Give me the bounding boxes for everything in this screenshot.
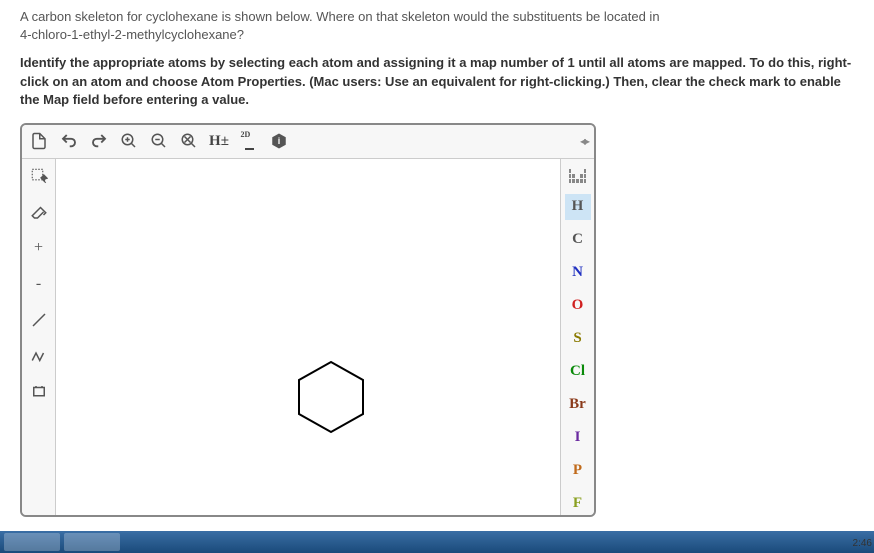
undo-icon[interactable] xyxy=(58,130,80,152)
periodic-table-icon[interactable] xyxy=(567,165,589,187)
element-P-button[interactable]: P xyxy=(565,458,591,484)
two-d-label: 2D xyxy=(241,130,251,139)
molecule-editor: H± 2D i ◂▸ + - xyxy=(20,123,596,517)
toolbar-top: H± 2D i ◂▸ xyxy=(22,125,594,159)
element-N-button[interactable]: N xyxy=(565,260,591,286)
info-icon[interactable]: i xyxy=(268,130,290,152)
toolbar-right: H C N O S Cl Br I P F xyxy=(560,159,594,517)
redo-icon[interactable] xyxy=(88,130,110,152)
element-Cl-button[interactable]: Cl xyxy=(565,359,591,385)
question-line2: 4-chloro-1-ethyl-2-methylcyclohexane? xyxy=(20,27,244,42)
h-plus-minus-button[interactable]: H± xyxy=(208,130,230,152)
element-F-button[interactable]: F xyxy=(565,491,591,517)
zoom-in-icon[interactable] xyxy=(118,130,140,152)
windows-taskbar[interactable] xyxy=(0,531,874,553)
question-text: A carbon skeleton for cyclohexane is sho… xyxy=(20,8,854,44)
single-bond-icon[interactable] xyxy=(28,309,50,331)
drawing-canvas[interactable] xyxy=(56,159,560,517)
svg-text:i: i xyxy=(278,136,281,146)
two-d-button[interactable]: 2D xyxy=(238,130,260,152)
clock-time: 2:46 xyxy=(853,538,872,549)
taskbar-app-1[interactable] xyxy=(4,533,60,551)
zoom-out-icon[interactable] xyxy=(148,130,170,152)
question-line1: A carbon skeleton for cyclohexane is sho… xyxy=(20,9,660,24)
element-Br-button[interactable]: Br xyxy=(565,392,591,418)
element-S-button[interactable]: S xyxy=(565,326,591,352)
instruction-text: Identify the appropriate atoms by select… xyxy=(20,54,854,109)
element-H-button[interactable]: H xyxy=(565,194,591,220)
taskbar-app-2[interactable] xyxy=(64,533,120,551)
new-document-icon[interactable] xyxy=(28,130,50,152)
charge-minus-icon[interactable]: - xyxy=(28,273,50,295)
template-tool-icon[interactable] xyxy=(28,381,50,403)
toolbar-left: + - xyxy=(22,159,56,517)
element-O-button[interactable]: O xyxy=(565,293,591,319)
zoom-reset-icon[interactable] xyxy=(178,130,200,152)
charge-plus-icon[interactable]: + xyxy=(28,237,50,259)
element-C-button[interactable]: C xyxy=(565,227,591,253)
chain-bond-icon[interactable] xyxy=(28,345,50,367)
selection-tool-icon[interactable] xyxy=(28,165,50,187)
expand-arrows-icon[interactable]: ◂▸ xyxy=(580,134,588,148)
element-I-button[interactable]: I xyxy=(565,425,591,451)
cyclohexane-hexagon[interactable] xyxy=(291,357,371,437)
eraser-tool-icon[interactable] xyxy=(28,201,50,223)
